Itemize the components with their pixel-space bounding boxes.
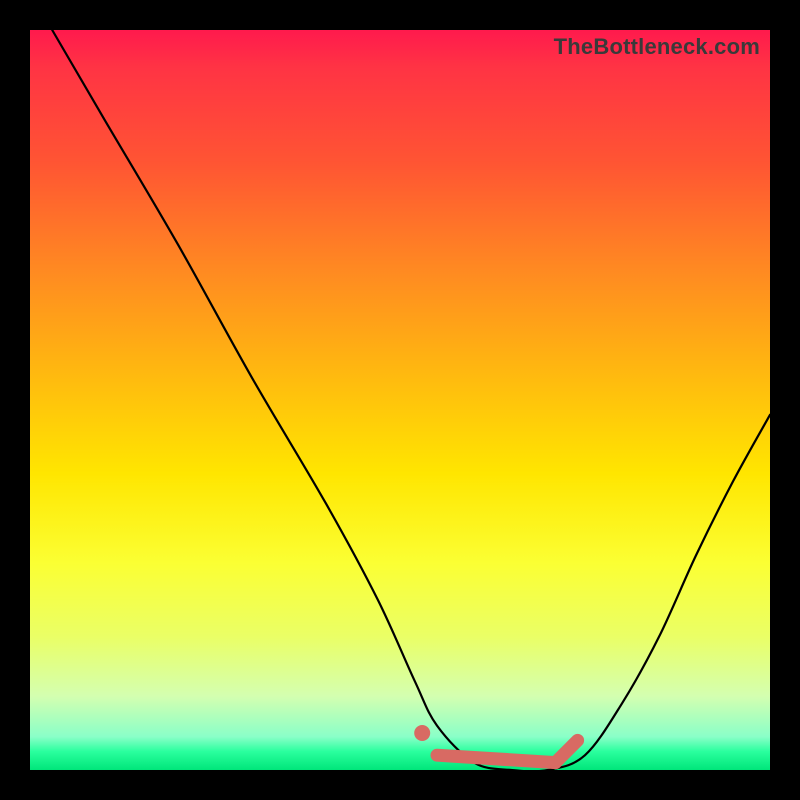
highlight-group bbox=[414, 725, 577, 763]
curve-line bbox=[52, 30, 770, 771]
chart-frame: TheBottleneck.com bbox=[0, 0, 800, 800]
highlight-flat-segment bbox=[437, 755, 555, 762]
bottleneck-curve-path bbox=[52, 30, 770, 771]
highlight-rise-segment bbox=[555, 740, 577, 762]
plot-area: TheBottleneck.com bbox=[30, 30, 770, 770]
chart-svg bbox=[30, 30, 770, 770]
highlight-dot bbox=[414, 725, 430, 741]
